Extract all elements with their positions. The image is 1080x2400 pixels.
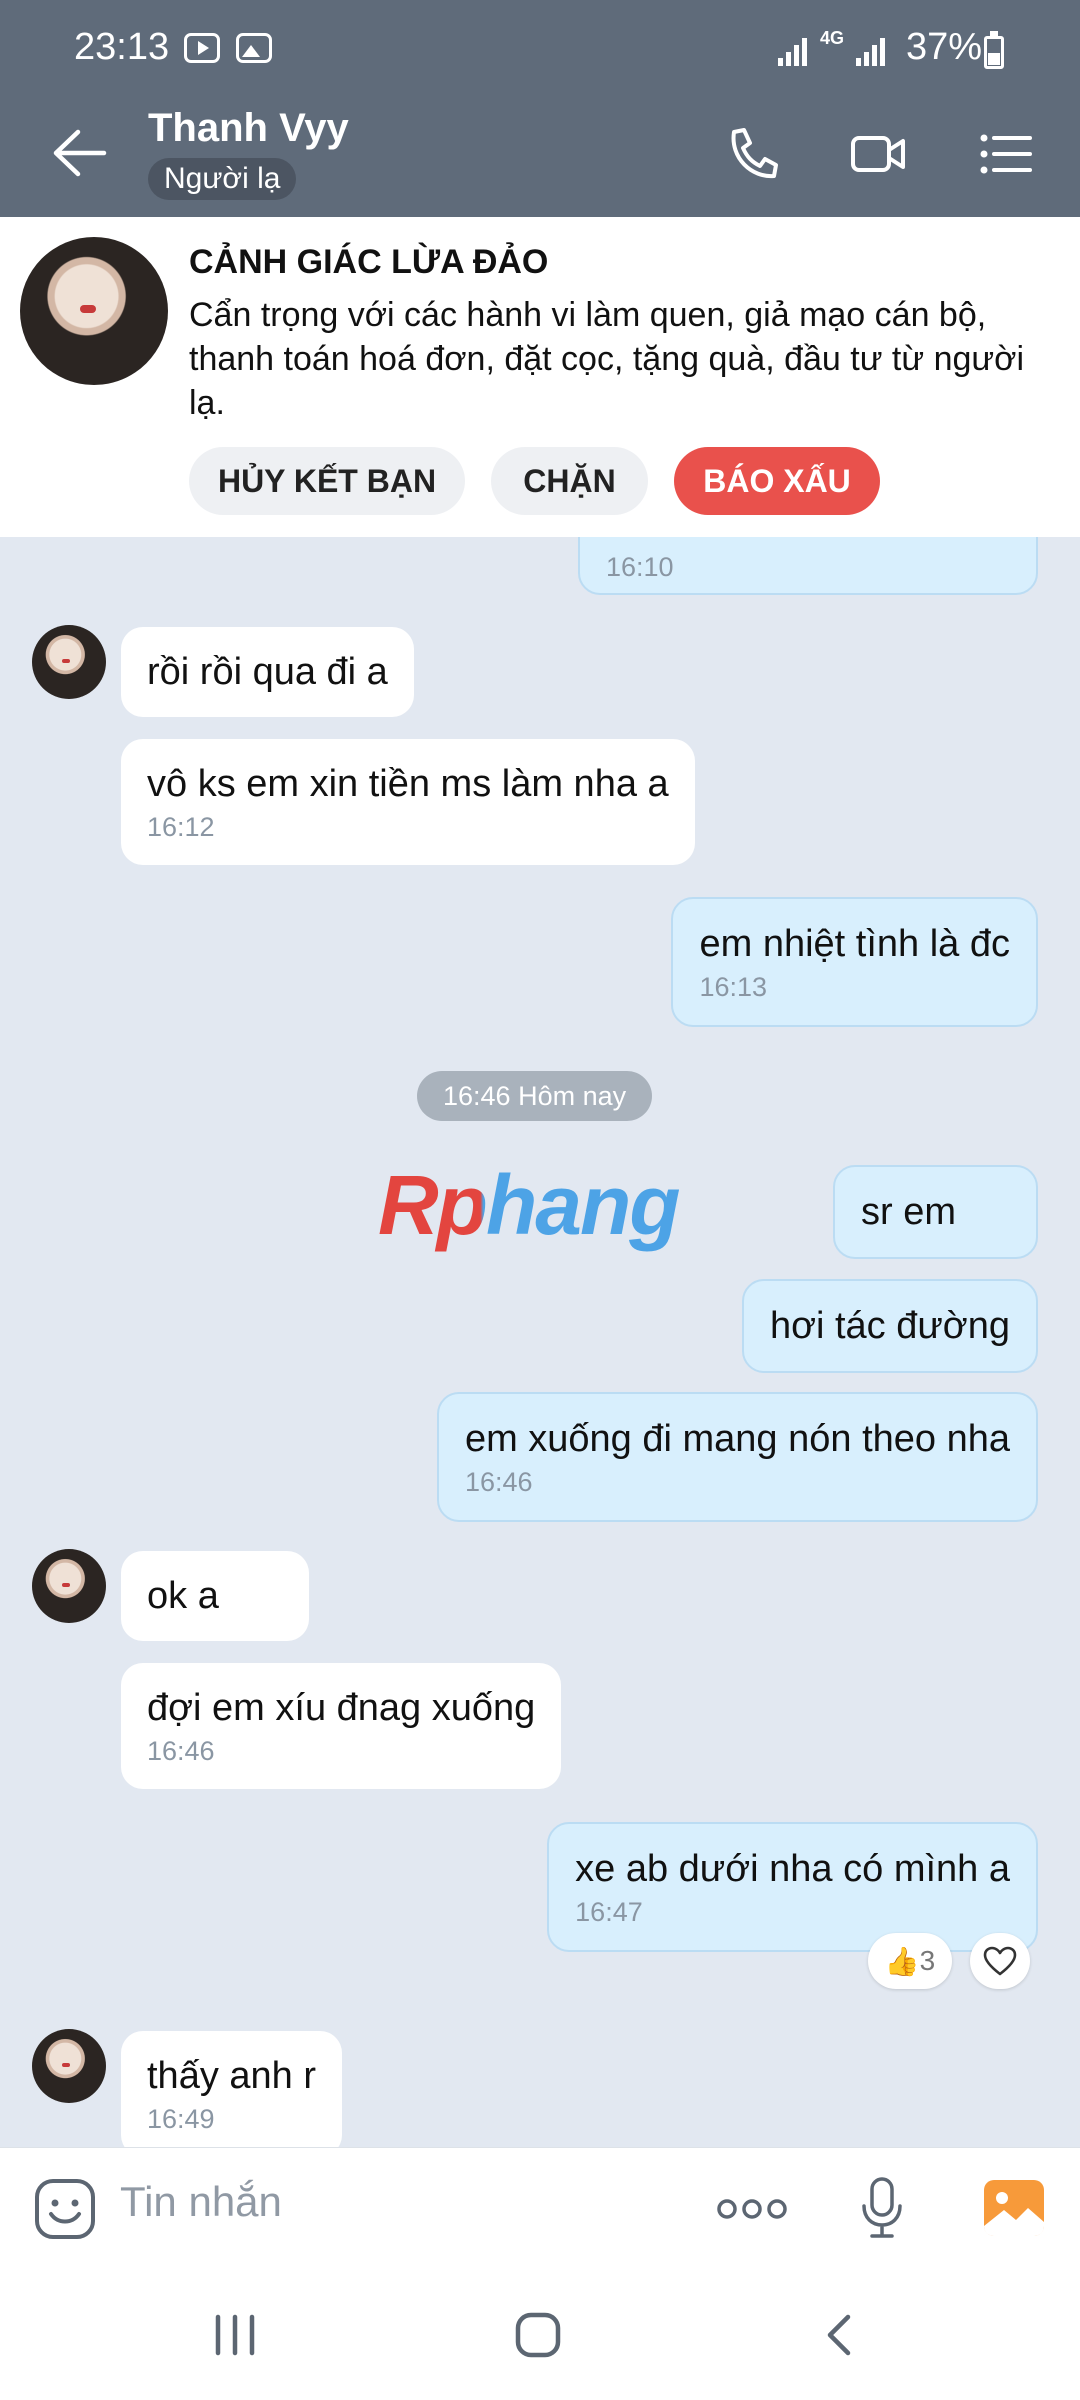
- message-bubble-outgoing[interactable]: hơi tác đường: [741, 1279, 1038, 1373]
- sticker-smiley-icon[interactable]: [34, 2178, 96, 2240]
- message-text: em nhiệt tình là đc: [699, 923, 1010, 965]
- back-arrow-icon[interactable]: [52, 128, 108, 178]
- signal-icon: [778, 36, 808, 66]
- more-options-icon[interactable]: [716, 2196, 788, 2222]
- message-text: đợi em xíu đnag xuống: [147, 1687, 536, 1729]
- message-text: thấy anh r: [147, 2055, 316, 2097]
- warning-title: CẢNH GIÁC LỪA ĐẢO: [189, 243, 549, 281]
- network-type-label: 4G: [820, 28, 845, 48]
- message-time: 16:46: [464, 1467, 533, 1497]
- heart-icon: [983, 1946, 1017, 1976]
- message-bubble-outgoing[interactable]: em xuống đi mang nón theo nha 16:46: [436, 1392, 1038, 1522]
- message-bubble-outgoing[interactable]: 16:10: [578, 537, 1038, 595]
- message-time: 16:12: [147, 812, 215, 842]
- message-bubble-incoming[interactable]: vô ks em xin tiền ms làm nha a 16:12: [121, 739, 695, 865]
- status-time: 23:13: [74, 26, 170, 68]
- chat-header: Thanh Vyy Người lạ: [0, 90, 1080, 217]
- message-time: 16:49: [147, 2104, 215, 2134]
- youtube-notification-icon: [184, 33, 220, 63]
- system-navigation-bar: [0, 2267, 1080, 2400]
- microphone-icon[interactable]: [860, 2176, 904, 2240]
- message-text: ok a: [147, 1575, 219, 1617]
- reaction-count: 3: [919, 1945, 936, 1976]
- status-bar: 23:13 4G 37%: [0, 0, 1080, 90]
- unfriend-button[interactable]: HỦY KẾT BẠN: [189, 447, 465, 515]
- contact-name[interactable]: Thanh Vyy: [148, 106, 349, 151]
- message-bubble-incoming[interactable]: thấy anh r 16:49: [121, 2031, 342, 2147]
- battery-icon: [984, 31, 1004, 69]
- sender-avatar[interactable]: [32, 1549, 106, 1623]
- sender-avatar[interactable]: [32, 625, 106, 699]
- contact-avatar[interactable]: [20, 237, 168, 385]
- message-bubble-incoming[interactable]: ok a: [121, 1551, 309, 1641]
- message-time: 16:46: [147, 1736, 215, 1766]
- signal-icon-2: [856, 36, 886, 66]
- report-button[interactable]: BÁO XẤU: [674, 447, 880, 515]
- sender-avatar[interactable]: [32, 2029, 106, 2103]
- message-text: sr em: [861, 1191, 956, 1233]
- message-list[interactable]: 16:10 rồi rồi qua đi a vô ks em xin tiền…: [0, 537, 1080, 2147]
- message-bubble-incoming[interactable]: đợi em xíu đnag xuống 16:46: [121, 1663, 562, 1789]
- menu-list-icon[interactable]: [978, 126, 1034, 182]
- block-button[interactable]: CHẶN: [491, 447, 648, 515]
- message-text: hơi tác đường: [769, 1305, 1010, 1347]
- message-time: 16:10: [606, 552, 674, 582]
- watermark-logo: Rphang: [378, 1158, 681, 1252]
- warning-text: Cẩn trọng với các hành vi làm quen, giả …: [189, 296, 1024, 422]
- time-separator: 16:46 Hôm nay: [417, 1071, 653, 1121]
- message-text: em xuống đi mang nón theo nha: [464, 1418, 1010, 1460]
- message-time: 16:13: [699, 972, 768, 1002]
- message-bubble-incoming[interactable]: rồi rồi qua đi a: [121, 627, 414, 717]
- phone-icon[interactable]: [724, 126, 780, 182]
- stranger-badge: Người lạ: [148, 158, 297, 200]
- gallery-image-icon[interactable]: [982, 2178, 1046, 2238]
- recent-apps-icon[interactable]: [210, 2313, 260, 2357]
- home-icon[interactable]: [514, 2311, 562, 2359]
- message-text: vô ks em xin tiền ms làm nha a: [147, 763, 669, 805]
- message-text: xe ab dưới nha có mình a: [575, 1848, 1010, 1890]
- message-bubble-outgoing[interactable]: em nhiệt tình là đc 16:13: [671, 897, 1038, 1027]
- message-time: 16:47: [575, 1897, 643, 1927]
- video-call-icon[interactable]: [850, 126, 906, 182]
- battery-percentage: 37%: [906, 26, 983, 68]
- nav-back-icon[interactable]: [820, 2313, 860, 2357]
- message-bubble-outgoing[interactable]: xe ab dưới nha có mình a 16:47: [547, 1822, 1038, 1952]
- heart-react-button[interactable]: [970, 1933, 1030, 1989]
- reaction-summary[interactable]: 👍 3: [868, 1933, 952, 1989]
- gallery-notification-icon: [236, 33, 272, 63]
- message-input[interactable]: [120, 2178, 680, 2226]
- thumbs-up-icon: 👍: [884, 1945, 920, 1977]
- scam-warning-panel: CẢNH GIÁC LỪA ĐẢO Cẩn trọng với các hành…: [0, 217, 1080, 537]
- message-input-bar: [0, 2147, 1080, 2267]
- message-text: rồi rồi qua đi a: [147, 651, 388, 693]
- message-bubble-outgoing[interactable]: sr em: [833, 1165, 1038, 1259]
